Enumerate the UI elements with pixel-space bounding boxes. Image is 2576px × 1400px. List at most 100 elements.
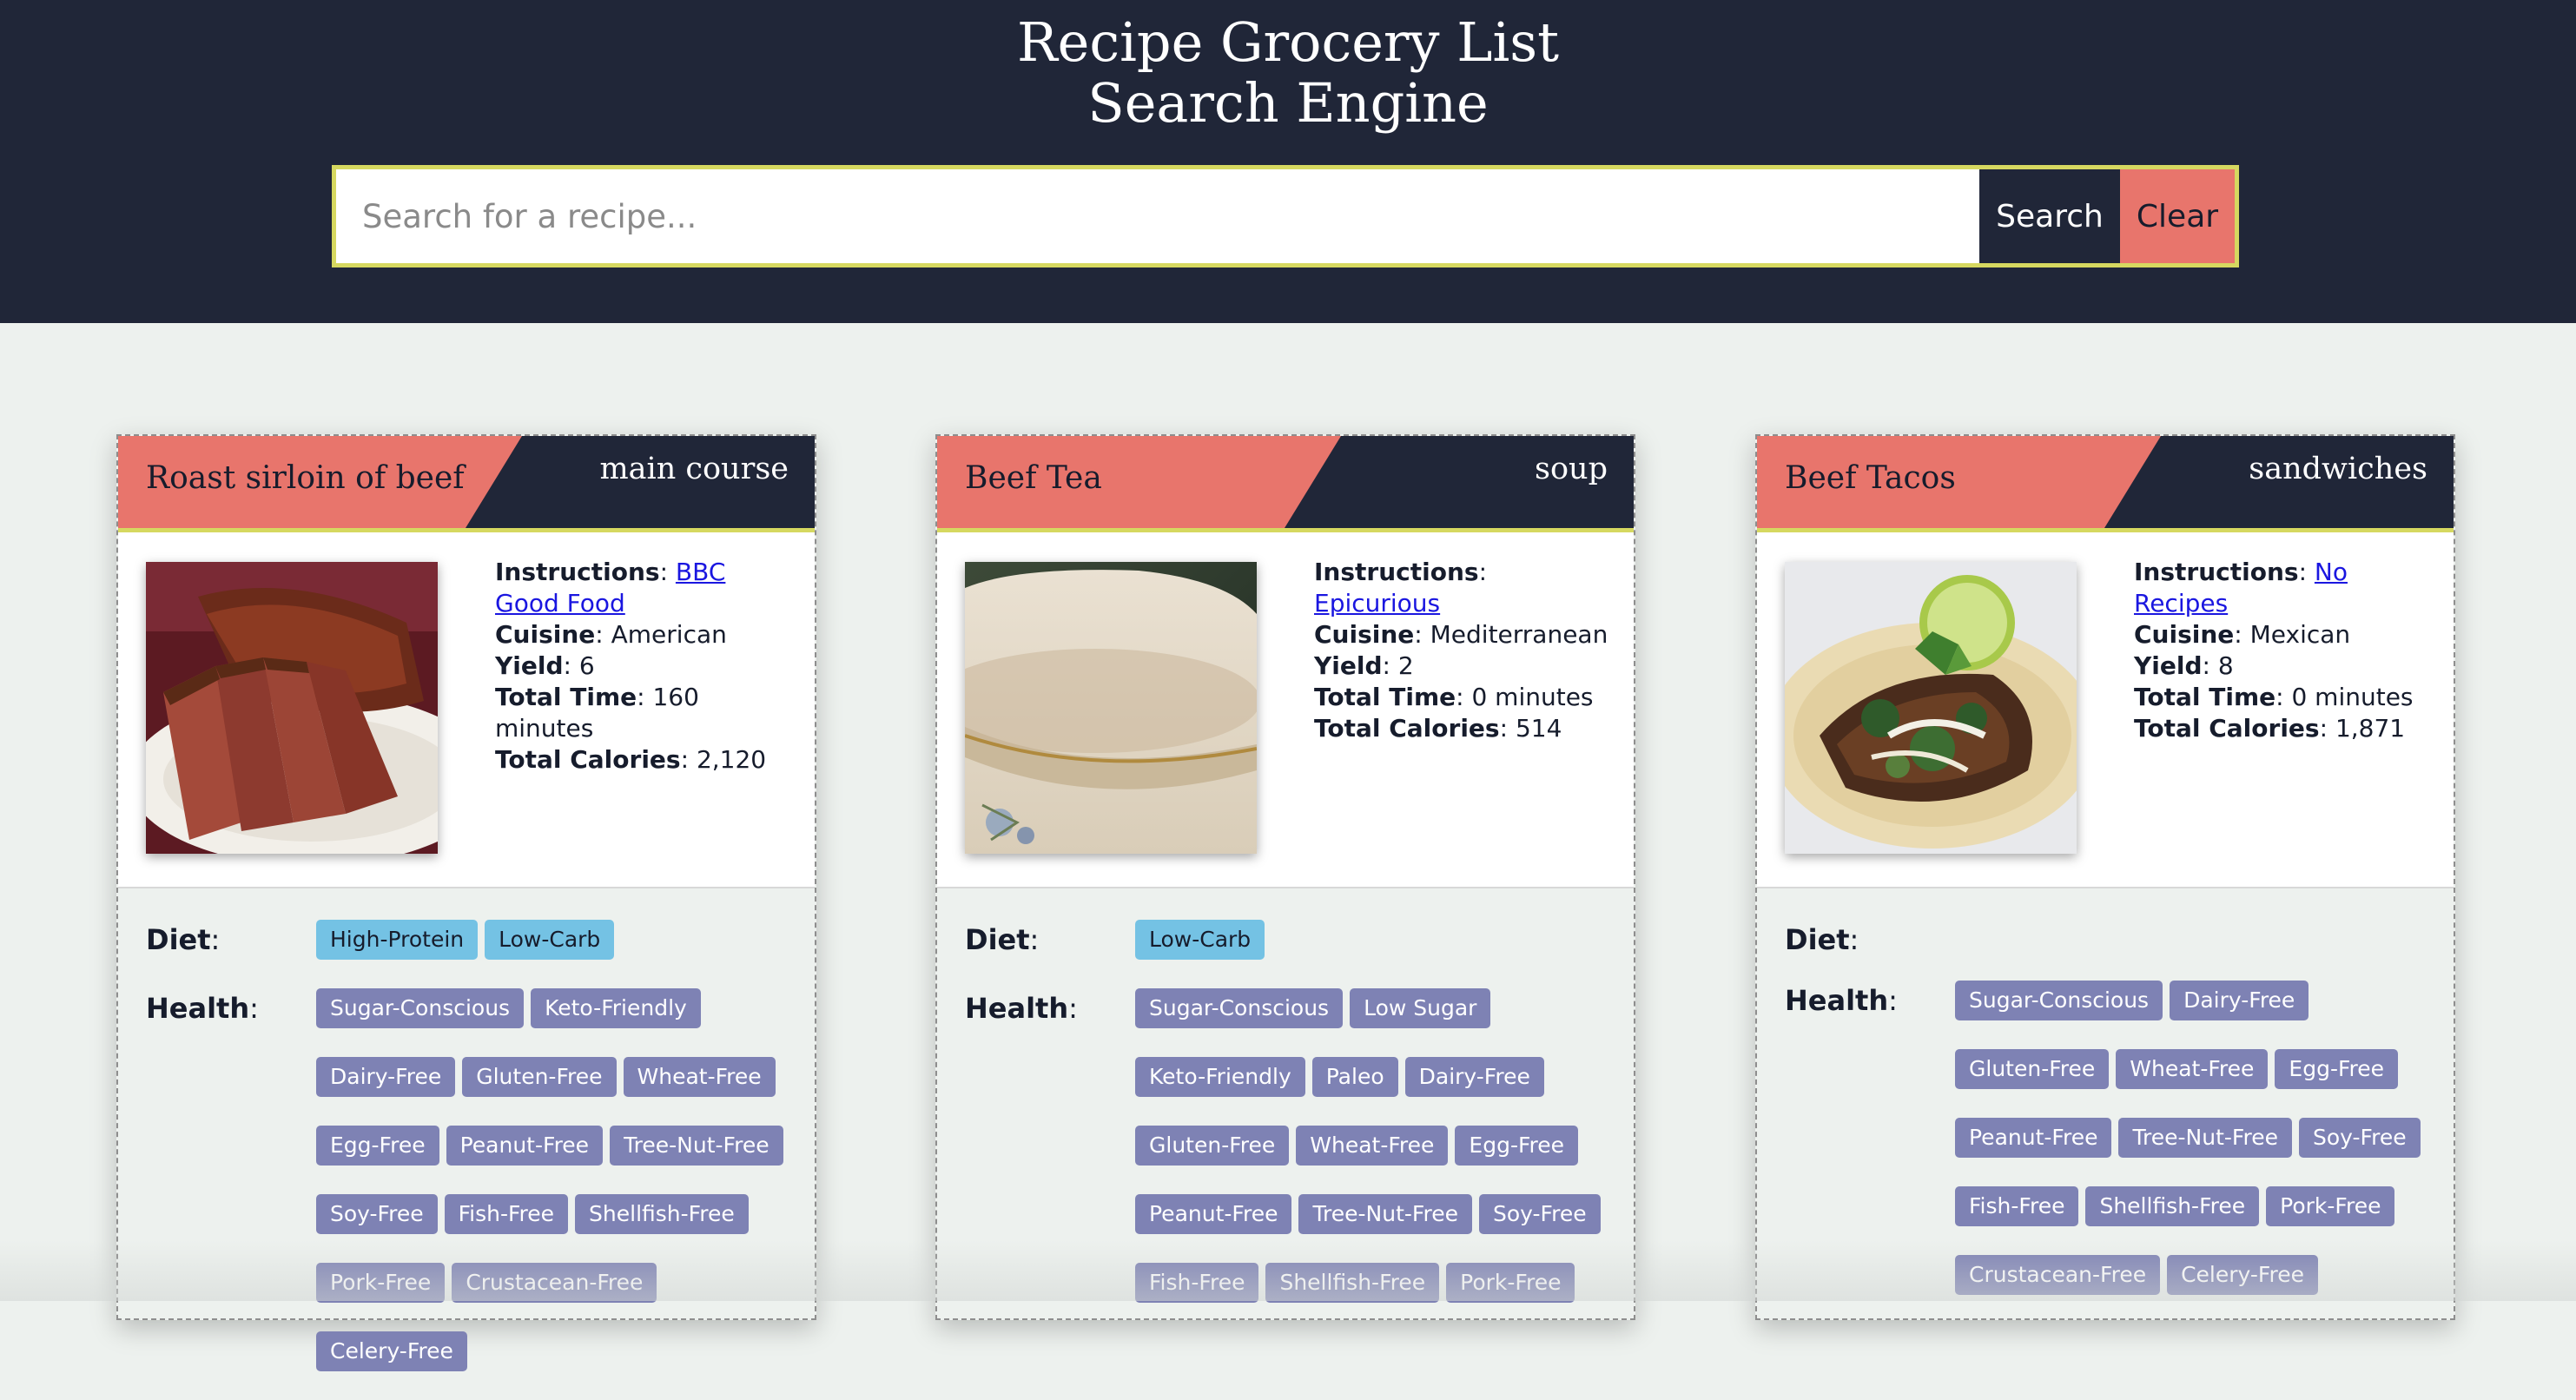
search-button[interactable]: Search <box>1979 169 2120 263</box>
dairy-free-tag: Dairy-Free <box>1404 1057 1544 1097</box>
diet-tags: High-Protein Low-Carb <box>316 920 803 988</box>
recipe-card-header: Roast sirloin of beef main course <box>118 436 815 532</box>
pork-free-tag: Pork-Free <box>316 1263 446 1303</box>
total-time-label: Total Time <box>2134 683 2276 711</box>
search-bar: Search Clear <box>332 165 2239 267</box>
crustacean-free-tag: Crustacean-Free <box>452 1263 657 1303</box>
total-calories-label: Total Calories <box>2134 714 2320 743</box>
page-title-line-2: Search Engine <box>1087 71 1489 135</box>
instructions-row: Instructions: Epicurious <box>1314 558 1487 617</box>
health-row: Health: Sugar-Conscious Keto-Friendly Dair… <box>146 988 815 1400</box>
total-time-value: 0 minutes <box>1471 683 1594 711</box>
recipe-tags: Diet: Low-Carb Health: Sugar-Conscious Lo… <box>937 888 1634 1331</box>
diet-label: Diet: <box>146 923 221 956</box>
keto-friendly-tag: Keto-Friendly <box>1135 1057 1305 1097</box>
recipe-info: Instructions: No Recipes Cuisine: Mexica… <box>2134 557 2429 744</box>
dairy-free-tag: Dairy-Free <box>316 1057 456 1097</box>
wheat-free-tag: Wheat-Free <box>2116 1049 2269 1089</box>
instructions-label: Instructions <box>2134 558 2299 586</box>
gluten-free-tag: Gluten-Free <box>1955 1049 2110 1089</box>
total-calories-label: Total Calories <box>495 745 681 774</box>
recipe-details: Instructions: Epicurious Cuisine: Medite… <box>937 532 1634 888</box>
diet-row: Diet: <box>1785 920 2454 981</box>
health-tags: Sugar-Conscious Dairy-Free Gluten-Free Whea… <box>1955 981 2441 1324</box>
recipe-category: soup <box>1535 452 1608 486</box>
instructions-row: Instructions: No Recipes <box>2134 558 2348 617</box>
cuisine-row: Cuisine: Mediterranean <box>1314 620 1608 649</box>
fish-free-tag: Fish-Free <box>444 1194 569 1234</box>
recipe-details: Instructions: BBC Good Food Cuisine: Ame… <box>118 532 815 888</box>
pork-free-tag: Pork-Free <box>2266 1186 2395 1226</box>
high-protein-tag: High-Protein <box>316 920 479 960</box>
tree-nut-free-tag: Tree-Nut-Free <box>2118 1118 2292 1158</box>
cuisine-label: Cuisine <box>2134 620 2235 649</box>
health-tags: Sugar-Conscious Low Sugar Keto-Friendly Pal… <box>1135 988 1622 1331</box>
total-calories-row: Total Calories: 514 <box>1314 714 1562 743</box>
soy-free-tag: Soy-Free <box>2298 1118 2421 1158</box>
shellfish-free-tag: Shellfish-Free <box>2085 1186 2260 1226</box>
yield-label: Yield <box>1314 651 1383 680</box>
yield-value: 2 <box>1397 651 1414 680</box>
peanut-free-tag: Peanut-Free <box>446 1126 604 1166</box>
instructions-link[interactable]: Epicurious <box>1314 589 1440 617</box>
recipe-name: Beef Tacos <box>1785 460 1956 496</box>
total-time-row: Total Time: 160 minutes <box>495 683 699 743</box>
total-time-row: Total Time: 0 minutes <box>1314 683 1594 711</box>
sugar-conscious-tag: Sugar-Conscious <box>316 988 525 1028</box>
page-header: Recipe Grocery List Search Engine Search… <box>0 0 2576 323</box>
diet-label: Diet: <box>965 923 1040 956</box>
health-row: Health: Sugar-Conscious Dairy-Free Gluten-… <box>1785 981 2454 1324</box>
yield-value: 6 <box>578 651 595 680</box>
paleo-tag: Paleo <box>1311 1057 1398 1097</box>
health-row: Health: Sugar-Conscious Low Sugar Keto-Fri… <box>965 988 1634 1331</box>
sugar-conscious-tag: Sugar-Conscious <box>1135 988 1344 1028</box>
search-input[interactable] <box>336 169 1979 263</box>
recipe-name: Beef Tea <box>965 460 1102 496</box>
yield-value: 8 <box>2217 651 2234 680</box>
cuisine-value: Mexican <box>2249 620 2351 649</box>
health-label: Health: <box>146 992 259 1025</box>
clear-button[interactable]: Clear <box>2120 169 2235 263</box>
health-tags: Sugar-Conscious Keto-Friendly Dairy-Free Gl… <box>316 988 803 1400</box>
cuisine-value: Mediterranean <box>1430 620 1608 649</box>
total-calories-value: 1,871 <box>2335 714 2406 743</box>
yield-row: Yield: 6 <box>495 651 595 680</box>
pork-free-tag: Pork-Free <box>1446 1263 1575 1303</box>
cuisine-label: Cuisine <box>495 620 596 649</box>
yield-row: Yield: 8 <box>2134 651 2234 680</box>
diet-label: Diet: <box>1785 923 1859 956</box>
diet-tags: Low-Carb <box>1135 920 1622 988</box>
shellfish-free-tag: Shellfish-Free <box>575 1194 749 1234</box>
cuisine-row: Cuisine: American <box>495 620 727 649</box>
total-calories-value: 2,120 <box>696 745 767 774</box>
crustacean-free-tag: Crustacean-Free <box>1955 1255 2161 1295</box>
wheat-free-tag: Wheat-Free <box>1296 1126 1449 1166</box>
egg-free-tag: Egg-Free <box>1455 1126 1579 1166</box>
diet-row: Diet: High-Protein Low-Carb <box>146 920 815 988</box>
shellfish-free-tag: Shellfish-Free <box>1265 1263 1440 1303</box>
recipe-details: Instructions: No Recipes Cuisine: Mexica… <box>1757 532 2454 888</box>
diet-row: Diet: Low-Carb <box>965 920 1634 988</box>
yield-label: Yield <box>495 651 564 680</box>
cuisine-row: Cuisine: Mexican <box>2134 620 2351 649</box>
recipe-card-header: Beef Tacos sandwiches <box>1757 436 2454 532</box>
recipe-info: Instructions: Epicurious Cuisine: Medite… <box>1314 557 1609 744</box>
instructions-label: Instructions <box>495 558 660 586</box>
cuisine-value: American <box>611 620 727 649</box>
fish-free-tag: Fish-Free <box>1955 1186 2079 1226</box>
low-carb-tag: Low-Carb <box>1135 920 1265 960</box>
recipe-category: main course <box>599 452 789 486</box>
roast-beef-photo <box>146 562 438 854</box>
peanut-free-tag: Peanut-Free <box>1955 1118 2112 1158</box>
peanut-free-tag: Peanut-Free <box>1135 1194 1292 1234</box>
recipe-card-header: Beef Tea soup <box>937 436 1634 532</box>
keto-friendly-tag: Keto-Friendly <box>531 988 701 1028</box>
diet-tags <box>1955 920 2441 981</box>
recipe-card: Roast sirloin of beef main course Instru… <box>116 434 816 1371</box>
low-carb-tag: Low-Carb <box>485 920 615 960</box>
total-time-value: 0 minutes <box>2291 683 2414 711</box>
recipe-name: Roast sirloin of beef <box>146 460 465 496</box>
recipe-tags: Diet: Health: Sugar-Conscious Dairy-Free G… <box>1757 888 2454 1324</box>
total-calories-label: Total Calories <box>1314 714 1500 743</box>
dairy-free-tag: Dairy-Free <box>2170 981 2309 1020</box>
